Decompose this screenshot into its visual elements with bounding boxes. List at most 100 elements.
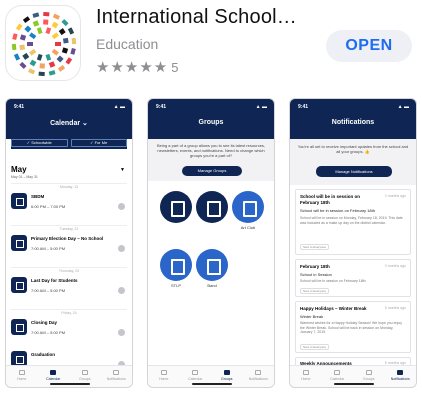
group-item[interactable]: Band	[196, 249, 228, 293]
card-title: Happy Holidays – Winter Break	[300, 306, 367, 311]
event-row[interactable]: Primary Election Day – No School 7:00 AM…	[11, 233, 127, 267]
chevron-down-icon[interactable]: ▼	[120, 167, 125, 173]
calendar-range: May 01 – May 31	[11, 175, 38, 179]
icon-tile	[62, 37, 69, 44]
icon-tile	[32, 12, 40, 18]
tab-home[interactable]: Home	[6, 366, 38, 387]
icon-tile	[32, 20, 40, 27]
tab-bar: Home Calendar Groups Notifications	[6, 365, 132, 387]
grid-icon	[365, 370, 372, 375]
calendar-icon	[192, 370, 199, 375]
tab-label: Groups	[363, 377, 375, 381]
icon-tile	[22, 16, 31, 23]
day-divider: Thursday, 23	[11, 267, 127, 273]
icon-tile	[45, 27, 52, 35]
home-icon	[18, 370, 25, 375]
group-item[interactable]: Art Club	[232, 191, 264, 235]
chat-icon	[255, 370, 262, 375]
tab-notifications[interactable]: Notifications	[385, 366, 417, 387]
card-body: Warmest wishes for a Happy Holiday Seaso…	[300, 321, 402, 334]
event-row[interactable]: SBDM 6:00 PM – 7:00 PM	[11, 191, 127, 225]
event-time: 7:00 AM – 5:00 PM	[31, 330, 66, 335]
more-icon[interactable]	[118, 245, 125, 252]
icon-tile	[48, 61, 56, 68]
card-tag: Sent to Everyone	[300, 344, 330, 350]
day-divider: Friday, 24	[11, 309, 127, 315]
icon-tile	[65, 57, 73, 65]
icon-tile	[29, 32, 37, 40]
tab-label: Groups	[79, 377, 91, 381]
icon-tile	[51, 32, 59, 40]
group-label: STLP	[170, 283, 181, 288]
chat-icon	[113, 370, 120, 375]
tab-label: Calendar	[46, 377, 61, 381]
status-icons: ▲ ▬	[397, 104, 409, 110]
card-body: School will be in session on February 18…	[300, 279, 366, 283]
manage-groups-button[interactable]: Manage Groups	[182, 166, 242, 176]
screenshot-notifications: 9:41 ▲ ▬ Notifications You're all set to…	[289, 98, 417, 388]
grid-icon	[223, 370, 230, 375]
icon-tile	[19, 34, 27, 41]
notification-card[interactable]: Happy Holidays – Winter Break 5 months a…	[295, 301, 411, 353]
icon-tile	[36, 53, 43, 61]
tab-label: Home	[159, 377, 169, 381]
calendar-month: May	[11, 165, 27, 174]
home-indicator	[192, 383, 232, 385]
icon-tile	[51, 21, 59, 29]
school-icon	[160, 191, 192, 223]
calendar-title[interactable]: Calendar ⌄	[6, 119, 132, 127]
icon-tile	[36, 27, 43, 35]
icon-tile	[61, 47, 69, 54]
manage-notifications-button[interactable]: Manage Notifications	[316, 166, 392, 177]
more-icon[interactable]	[118, 329, 125, 336]
status-time: 9:41	[298, 104, 309, 110]
group-item[interactable]	[196, 191, 228, 235]
group-item[interactable]: STLP	[160, 249, 192, 293]
icon-tile	[55, 42, 61, 46]
open-button[interactable]: OPEN	[326, 30, 412, 62]
tab-notifications[interactable]: Notifications	[101, 366, 133, 387]
event-row[interactable]: Last Day for Students 7:00 AM – 5:00 PM	[11, 275, 127, 309]
notification-card[interactable]: School will be in session on February 18…	[295, 189, 411, 255]
tab-notifications[interactable]: Notifications	[243, 366, 275, 387]
event-row[interactable]: Closing Day 7:00 AM – 5:00 PM	[11, 317, 127, 351]
event-title: Primary Election Day – No School	[31, 236, 104, 241]
grid-icon	[81, 370, 88, 375]
icon-tile	[61, 19, 69, 27]
band-icon	[196, 249, 228, 281]
event-title: Graduation	[31, 352, 56, 357]
card-subtitle: School will be in session on February 18…	[300, 208, 375, 213]
icon-tile	[48, 70, 56, 76]
more-icon[interactable]	[118, 203, 125, 210]
icon-tile	[52, 13, 60, 20]
app-rating: ★★★★★ 5	[96, 58, 178, 76]
card-time: 2 months ago	[384, 194, 406, 198]
group-label: Art Club	[240, 225, 256, 230]
icon-tile	[45, 53, 52, 61]
status-time: 9:41	[156, 104, 167, 110]
group-item[interactable]	[160, 191, 192, 235]
icon-tile	[58, 28, 66, 36]
icon-tile	[22, 52, 30, 60]
notification-card[interactable]: February 18th 3 months ago School in Ses…	[295, 259, 411, 297]
card-subtitle: School in Session	[300, 272, 332, 277]
filter-for-me-button[interactable]: ✓ For Me	[70, 139, 127, 147]
filter-schoolwide-button[interactable]: ✓ Schoolwide	[11, 139, 68, 147]
tab-home[interactable]: Home	[148, 366, 180, 387]
groups-header: 9:41 ▲ ▬ Groups	[148, 99, 274, 139]
more-icon[interactable]	[118, 287, 125, 294]
event-title: Last Day for Students	[31, 278, 78, 283]
tab-bar: Home Calendar Groups Notifications	[290, 365, 416, 387]
icon-tile	[11, 43, 17, 51]
chat-icon	[397, 370, 404, 375]
icon-tile	[39, 63, 45, 69]
icon-tile	[57, 65, 66, 72]
icon-tile	[29, 48, 37, 56]
tab-home[interactable]: Home	[290, 366, 322, 387]
day-divider: Monday, 13	[11, 183, 127, 189]
home-icon	[302, 370, 309, 375]
icon-tile	[19, 61, 27, 69]
book-icon	[196, 191, 228, 223]
screenshot-calendar: 9:41 ▲ ▬ Calendar ⌄ ✓ Schoolwide ✓ For M…	[5, 98, 133, 388]
status-time: 9:41	[14, 104, 25, 110]
